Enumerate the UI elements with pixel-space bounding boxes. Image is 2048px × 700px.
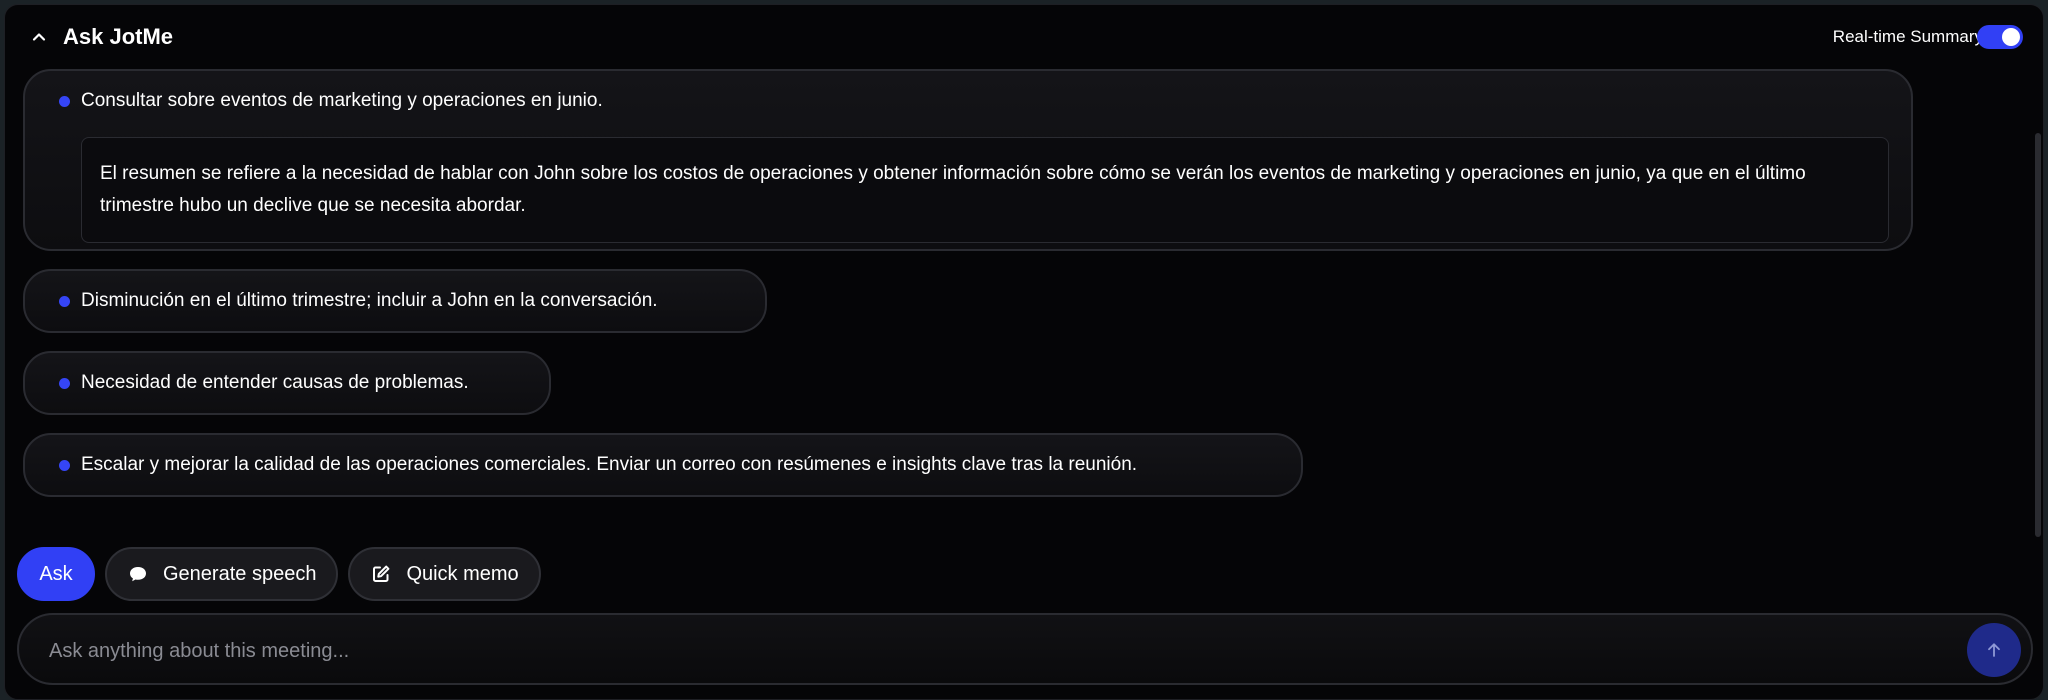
bullet-dot (59, 96, 70, 107)
summary-item[interactable]: Escalar y mejorar la calidad de las oper… (23, 433, 1303, 497)
summary-item[interactable]: Consultar sobre eventos de marketing y o… (23, 69, 1913, 251)
quick-memo-button[interactable]: Quick memo (348, 547, 541, 601)
summary-item[interactable]: Necesidad de entender causas de problema… (23, 351, 551, 415)
summary-item-label: Escalar y mejorar la calidad de las oper… (81, 454, 1138, 475)
realtime-summary-label: Real-time Summary (1832, 27, 1983, 46)
send-button[interactable] (1967, 623, 2021, 677)
summary-item-label: Consultar sobre eventos de marketing y o… (81, 90, 603, 111)
summary-item[interactable]: Disminución en el último trimestre; incl… (23, 269, 767, 333)
scrollbar-thumb[interactable] (2035, 133, 2041, 537)
chat-bubble-icon (127, 563, 149, 585)
collapse-button[interactable] (25, 23, 53, 51)
question-input-box (17, 613, 2033, 685)
summary-item-detail: El resumen se refiere a la necesidad de … (81, 137, 1889, 243)
panel-header: Ask JotMe Real-time Summary (5, 5, 2043, 69)
generate-speech-label: Generate speech (163, 562, 317, 585)
question-input[interactable] (49, 635, 1949, 667)
summary-item-label: Disminución en el último trimestre; incl… (81, 290, 658, 311)
bullet-dot (59, 460, 70, 471)
generate-speech-button[interactable]: Generate speech (105, 547, 339, 601)
ask-jotme-panel: Ask JotMe Real-time Summary Consultar so… (4, 4, 2044, 700)
quick-memo-label: Quick memo (406, 562, 519, 585)
bullet-dot (59, 296, 70, 307)
edit-icon (370, 563, 392, 585)
action-bar: Ask Generate speech Quick memo (17, 547, 541, 601)
summary-item-label: Necesidad de entender causas de problema… (81, 372, 469, 393)
panel-title: Ask JotMe (63, 24, 174, 49)
realtime-summary-toggle[interactable] (1977, 25, 2023, 49)
toggle-knob (2002, 28, 2020, 46)
arrow-up-icon (1988, 643, 2000, 657)
chevron-up-icon (32, 33, 46, 41)
bullet-dot (59, 378, 70, 389)
ask-button[interactable]: Ask (17, 547, 95, 601)
